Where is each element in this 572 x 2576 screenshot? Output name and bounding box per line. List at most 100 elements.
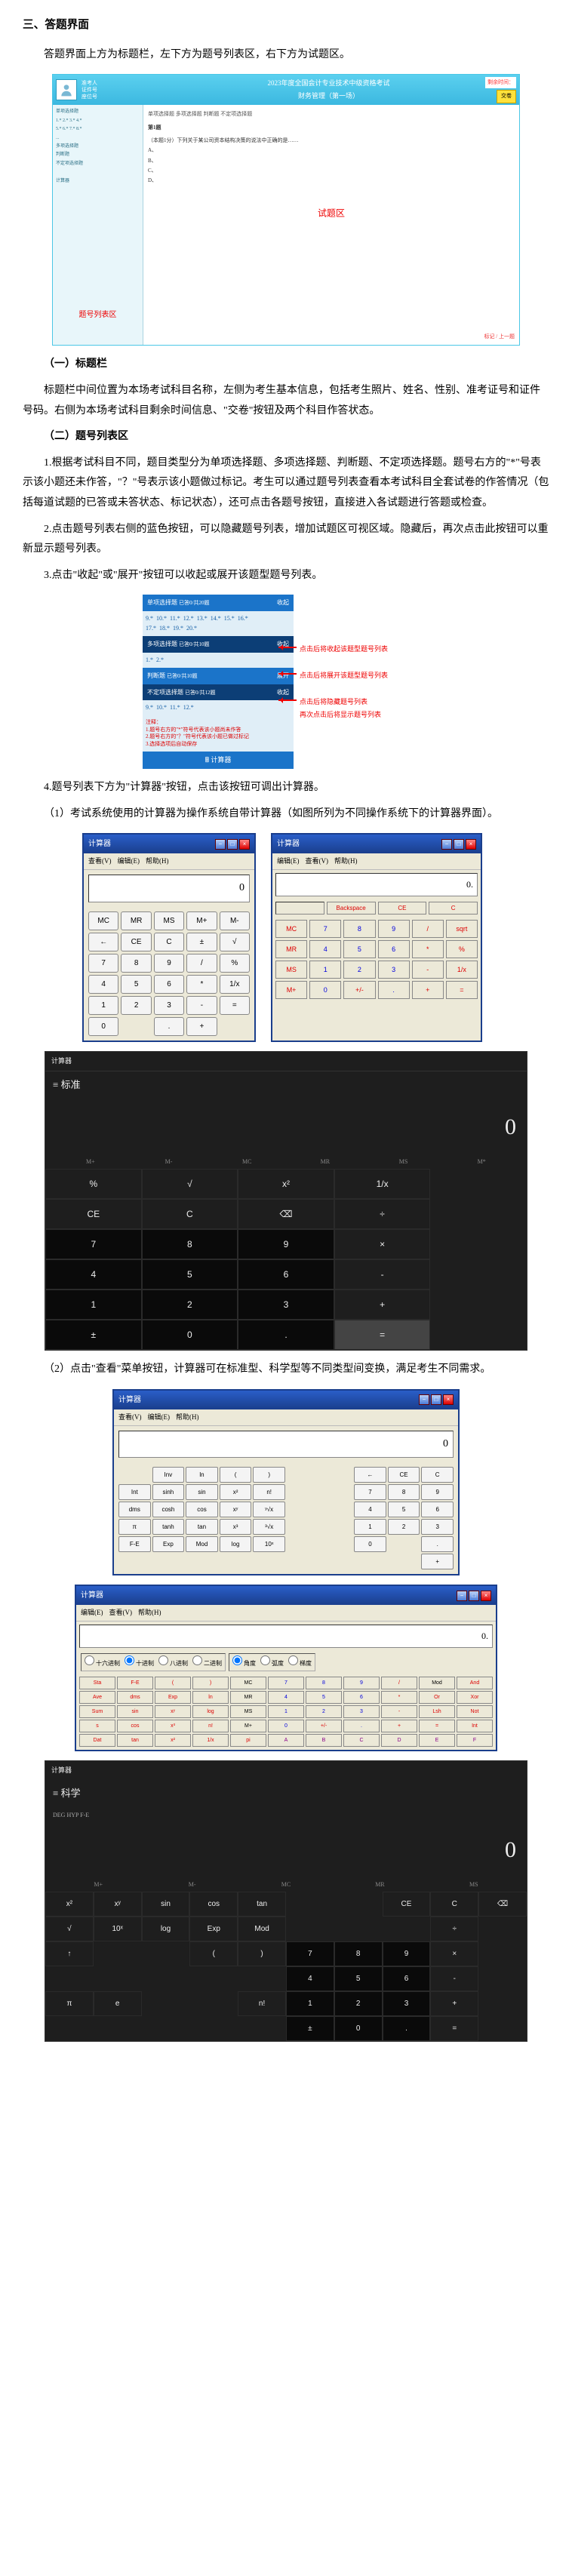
calc-key[interactable]: 2 xyxy=(306,1705,342,1718)
calc-key[interactable]: 0 xyxy=(309,981,341,999)
calc-key[interactable]: MR xyxy=(121,911,151,930)
calc-key[interactable]: 5 xyxy=(121,975,151,994)
calc-key[interactable]: 10ˣ xyxy=(94,1917,142,1941)
calc-key[interactable]: 6 xyxy=(154,975,184,994)
calc-key[interactable]: 7 xyxy=(309,920,341,938)
calc-key[interactable]: 2 xyxy=(334,1991,383,2016)
calc-key[interactable]: + xyxy=(412,981,444,999)
calc-key[interactable]: 2 xyxy=(121,996,151,1015)
submit-button[interactable]: 交卷 xyxy=(497,90,516,103)
calc-key[interactable]: ← xyxy=(354,1467,386,1483)
calc-key[interactable]: 3 xyxy=(378,961,410,979)
calc-key[interactable]: ( xyxy=(189,1941,238,1966)
calc-key[interactable]: ) xyxy=(192,1677,229,1689)
calc-key[interactable]: MS xyxy=(230,1705,266,1718)
calc-key[interactable]: 0 xyxy=(354,1536,386,1552)
calc-key[interactable]: log xyxy=(192,1705,229,1718)
calc-key[interactable]: % xyxy=(45,1169,142,1199)
calc-key[interactable]: CE xyxy=(45,1199,142,1229)
calc-key[interactable]: 2 xyxy=(142,1290,238,1320)
calc-key[interactable]: xʸ xyxy=(155,1705,191,1718)
calc-key[interactable]: +/- xyxy=(343,981,375,999)
calc-key[interactable]: 6 xyxy=(343,1691,380,1704)
calc-key[interactable]: 7 xyxy=(286,1941,334,1966)
calc-key[interactable]: 3 xyxy=(383,1991,431,2016)
calc-key[interactable]: + xyxy=(381,1720,417,1732)
calc-key[interactable]: = xyxy=(430,2016,478,2041)
calc-key[interactable]: tanh xyxy=(152,1519,185,1535)
calc-key[interactable]: 5 xyxy=(306,1691,342,1704)
calc-key[interactable]: xʸ xyxy=(94,1892,142,1917)
calc-key[interactable]: F-E xyxy=(117,1677,153,1689)
calc-key[interactable]: 3 xyxy=(343,1705,380,1718)
calc-key[interactable]: cos xyxy=(189,1892,238,1917)
calc-key[interactable]: Int xyxy=(457,1720,493,1732)
calc-key[interactable]: = xyxy=(220,996,250,1015)
calc-key[interactable]: 5 xyxy=(142,1259,238,1290)
calc-key[interactable]: n! xyxy=(253,1484,285,1500)
calc-key[interactable]: 1 xyxy=(309,961,341,979)
calc-key[interactable]: x³ xyxy=(155,1720,191,1732)
calc-key[interactable]: + xyxy=(430,1991,478,2016)
calc-key[interactable]: dms xyxy=(117,1691,153,1704)
calc-key[interactable]: 1/x xyxy=(334,1169,431,1199)
calc-key[interactable]: M- xyxy=(220,911,250,930)
calc-key[interactable]: 3 xyxy=(421,1519,454,1535)
calc-key[interactable]: 1/x xyxy=(220,975,250,994)
calc-key[interactable]: 8 xyxy=(142,1229,238,1259)
calc-key[interactable]: % xyxy=(446,940,478,958)
calc-key[interactable]: 1 xyxy=(268,1705,304,1718)
calc-key[interactable]: B xyxy=(306,1734,342,1747)
calc-key[interactable]: ⌫ xyxy=(478,1892,527,1917)
maximize-icon[interactable]: □ xyxy=(454,839,464,850)
calc-key[interactable]: log xyxy=(142,1917,190,1941)
calc-key[interactable]: √ xyxy=(45,1917,94,1941)
calc-key[interactable]: * xyxy=(381,1691,417,1704)
calc-key[interactable]: And xyxy=(457,1677,493,1689)
calc-key[interactable]: √ xyxy=(220,933,250,951)
calc-key[interactable]: Inv xyxy=(152,1467,185,1483)
calc-key[interactable]: ( xyxy=(155,1677,191,1689)
calc-key[interactable]: 0 xyxy=(334,2016,383,2041)
calc-key[interactable]: 5 xyxy=(388,1502,420,1517)
calc-key[interactable]: MC xyxy=(275,920,307,938)
calc-key[interactable]: CE xyxy=(121,933,151,951)
calc-key[interactable]: . xyxy=(378,981,410,999)
calc-key[interactable]: - xyxy=(334,1259,431,1290)
calc-key[interactable]: ln xyxy=(186,1467,218,1483)
calc-key[interactable]: x² xyxy=(220,1484,252,1500)
minimize-icon[interactable]: − xyxy=(215,839,226,850)
calc-key[interactable]: ( xyxy=(220,1467,252,1483)
calc-key[interactable]: x² xyxy=(238,1169,334,1199)
calc-key[interactable]: + xyxy=(334,1290,431,1320)
calc-key[interactable]: Exp xyxy=(189,1917,238,1941)
close-icon[interactable]: × xyxy=(239,839,250,850)
calc-key[interactable]: MC xyxy=(230,1677,266,1689)
calc-key[interactable]: C xyxy=(343,1734,380,1747)
calc-key[interactable]: ÷ xyxy=(430,1917,478,1941)
calc-key[interactable]: * xyxy=(186,975,217,994)
calc-key[interactable]: 4 xyxy=(286,1966,334,1991)
calc-key[interactable]: xʸ xyxy=(220,1502,252,1517)
calc-key[interactable]: tan xyxy=(186,1519,218,1535)
calc-key[interactable]: 8 xyxy=(306,1677,342,1689)
calc-key[interactable]: cos xyxy=(117,1720,153,1732)
calc-key[interactable]: 3 xyxy=(238,1290,334,1320)
calc-key[interactable]: Exp xyxy=(155,1691,191,1704)
calc-key[interactable]: MS xyxy=(154,911,184,930)
calc-key[interactable]: Lsh xyxy=(419,1705,455,1718)
minimize-icon[interactable]: − xyxy=(441,839,452,850)
calc-key[interactable]: Dat xyxy=(79,1734,115,1747)
calc-key[interactable]: + xyxy=(186,1017,217,1036)
calc-key[interactable]: 9 xyxy=(343,1677,380,1689)
calc-key[interactable]: Xor xyxy=(457,1691,493,1704)
calc-key[interactable]: M+ xyxy=(230,1720,266,1732)
calc-key[interactable]: ↑ xyxy=(45,1941,94,1966)
calc-key[interactable]: 5 xyxy=(343,940,375,958)
maximize-icon[interactable]: □ xyxy=(227,839,238,850)
calc-key[interactable]: pi xyxy=(230,1734,266,1747)
calc-key[interactable]: C xyxy=(430,1892,478,1917)
calc-key[interactable]: 1 xyxy=(354,1519,386,1535)
calc-key[interactable]: - xyxy=(412,961,444,979)
calc-key[interactable]: F-E xyxy=(118,1536,151,1552)
